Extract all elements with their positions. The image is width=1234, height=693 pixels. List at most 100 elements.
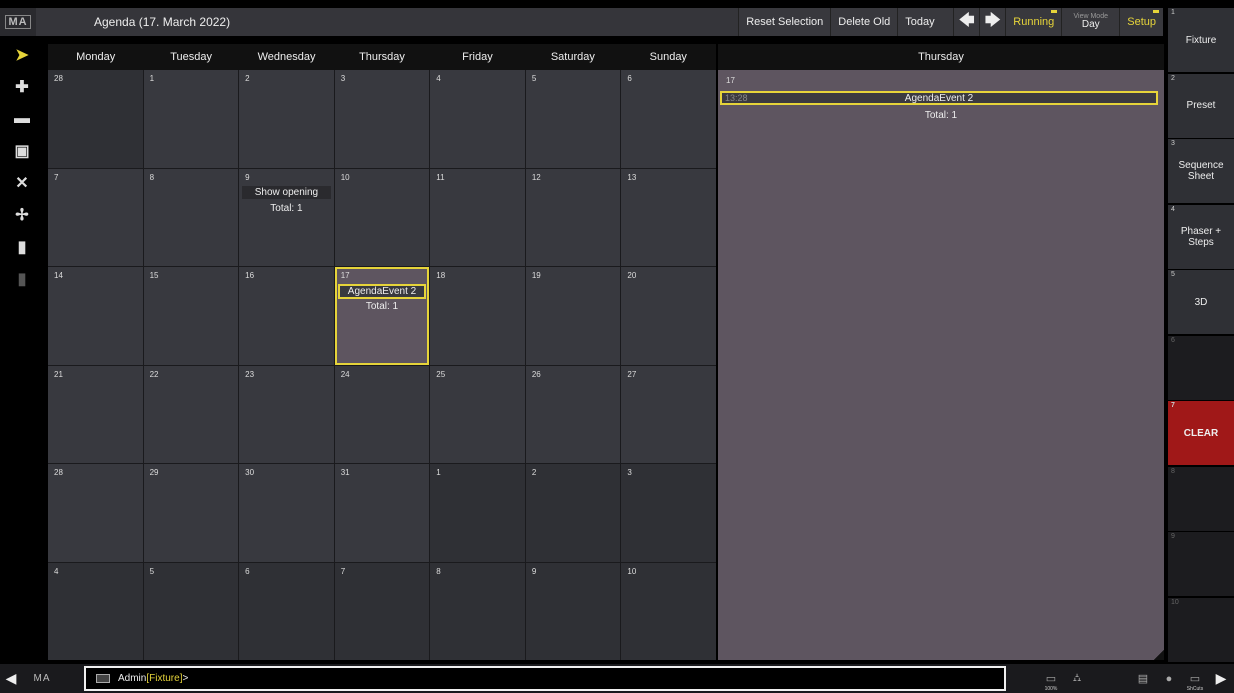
- calendar-day-cell[interactable]: 1: [430, 464, 525, 562]
- view-button-number: 4: [1171, 205, 1175, 213]
- calendar-day-cell[interactable]: 30: [239, 464, 334, 562]
- month-calendar: Monday Tuesday Wednesday Thursday Friday Satu…: [48, 44, 716, 660]
- view-button-10[interactable]: 10: [1168, 597, 1234, 662]
- keyboard-icon[interactable]: [96, 674, 110, 683]
- view-button-5[interactable]: 5 3D: [1168, 270, 1234, 334]
- edit-icon[interactable]: ▣: [4, 138, 40, 164]
- minus-icon[interactable]: ▬: [4, 106, 40, 132]
- view-button-1[interactable]: 1 Fixture: [1168, 8, 1234, 72]
- day-event-item[interactable]: 13:28 AgendaEvent 2: [720, 91, 1158, 105]
- calendar-day-cell[interactable]: 10: [621, 562, 716, 660]
- calendar-day-cell[interactable]: 17 AgendaEvent 2 Total: 1: [334, 267, 430, 365]
- plus-icon[interactable]: ✚: [4, 74, 40, 100]
- calendar-day-cell[interactable]: 8: [143, 168, 239, 266]
- calendar-day-cell[interactable]: 31: [334, 464, 430, 562]
- view-mode-button[interactable]: View Mode Day: [1061, 8, 1120, 36]
- calendar-day-cell[interactable]: 5: [143, 562, 239, 660]
- left-toolbar: ➤ ✚ ▬ ▣ ✕ ✢ ▮ ▮: [0, 36, 44, 661]
- command-line-input[interactable]: Admin[Fixture]>: [84, 666, 1006, 691]
- calendar-day-cell[interactable]: 15: [143, 267, 239, 365]
- weekday-tuesday: Tuesday: [170, 51, 213, 63]
- enter-icon[interactable]: ▮: [4, 234, 40, 260]
- setup-led-icon: [1153, 10, 1159, 13]
- calendar-day-cell[interactable]: 2: [239, 70, 334, 168]
- calendar-day-cell[interactable]: 19: [525, 267, 621, 365]
- calendar-day-cell[interactable]: 28: [48, 70, 143, 168]
- pointer-icon[interactable]: ➤: [4, 42, 40, 68]
- calendar-day-cell[interactable]: 7: [48, 168, 143, 266]
- calendar-day-cell[interactable]: 20: [621, 267, 716, 365]
- view-button-6[interactable]: 6: [1168, 335, 1234, 400]
- calendar-day-cell[interactable]: 28: [48, 464, 143, 562]
- view-button-label: Fixture: [1185, 34, 1217, 46]
- clear-button[interactable]: 7 CLEAR: [1168, 401, 1234, 465]
- next-button[interactable]: 🡆: [979, 8, 1006, 36]
- view-mode-value: Day: [1081, 19, 1100, 31]
- view-button-8[interactable]: 8: [1168, 466, 1234, 531]
- day-number: 7: [54, 172, 59, 182]
- calendar-day-cell[interactable]: 9 Show opening Total: 1: [239, 168, 334, 266]
- calendar-day-cell[interactable]: 27: [621, 365, 716, 463]
- tools-icon[interactable]: ✕: [4, 170, 40, 196]
- setup-button[interactable]: Setup: [1119, 8, 1163, 36]
- calendar-day-cell[interactable]: 14: [48, 267, 143, 365]
- calendar-day-cell[interactable]: 22: [143, 365, 239, 463]
- calendar-event[interactable]: Show opening: [242, 185, 331, 199]
- calendar-day-cell[interactable]: 21: [48, 365, 143, 463]
- calendar-day-cell[interactable]: 6: [239, 562, 334, 660]
- view-button-2[interactable]: 2 Preset: [1168, 73, 1234, 138]
- previous-button[interactable]: 🡄: [953, 8, 980, 36]
- calendar-day-cell[interactable]: 29: [143, 464, 239, 562]
- network-icon[interactable]: ⛼: [1064, 664, 1090, 693]
- resize-handle[interactable]: [1154, 650, 1164, 660]
- day-number: 21: [54, 369, 63, 379]
- nav-left-icon[interactable]: ◀: [0, 670, 22, 687]
- view-button-number: 5: [1171, 271, 1175, 278]
- calendar-day-cell[interactable]: 16: [239, 267, 334, 365]
- shortcuts-icon[interactable]: ▭ ShCuts: [1182, 664, 1208, 693]
- reset-selection-button[interactable]: Reset Selection: [738, 8, 831, 36]
- bottom-ma-logo[interactable]: MA: [22, 673, 62, 684]
- calendar-day-cell[interactable]: 13: [621, 168, 716, 266]
- keyboard-small-icon[interactable]: ▤: [1130, 664, 1156, 693]
- calendar-day-cell[interactable]: 6: [621, 70, 716, 168]
- calendar-day-cell[interactable]: 3: [621, 464, 716, 562]
- calendar-day-cell[interactable]: 4: [48, 562, 143, 660]
- calendar-day-cell[interactable]: 10: [334, 168, 430, 266]
- calendar-day-cell[interactable]: 24: [334, 365, 430, 463]
- day-panel-date: 17: [726, 76, 735, 85]
- day-number: 5: [531, 74, 537, 83]
- nav-right-icon[interactable]: ▶: [1208, 664, 1234, 693]
- delete-old-button[interactable]: Delete Old: [830, 8, 898, 36]
- today-button[interactable]: Today: [897, 8, 954, 36]
- view-button-3[interactable]: 3 Sequence Sheet: [1168, 139, 1234, 203]
- view-button-4[interactable]: 4 Phaser + Steps: [1168, 204, 1234, 269]
- title-bar: MA Agenda (17. March 2022) Reset Selecti…: [0, 8, 1163, 36]
- ma-logo[interactable]: MA: [0, 8, 36, 36]
- day-number: 8: [436, 566, 441, 576]
- calendar-day-cell[interactable]: 23: [239, 365, 334, 463]
- calendar-day-cell[interactable]: 9: [525, 562, 621, 660]
- calendar-day-cell[interactable]: 11: [430, 168, 525, 266]
- zoom-icon[interactable]: ▭ 100%: [1038, 664, 1064, 693]
- day-number: 14: [54, 271, 63, 280]
- calendar-event[interactable]: AgendaEvent 2: [337, 284, 427, 299]
- calendar-day-cell[interactable]: 3: [334, 70, 430, 168]
- calendar-day-cell[interactable]: 4: [430, 70, 525, 168]
- calendar-day-cell[interactable]: 1: [143, 70, 239, 168]
- day-number: 25: [436, 369, 446, 379]
- calendar-day-cell[interactable]: 8: [430, 562, 525, 660]
- view-button-9[interactable]: 9: [1168, 532, 1234, 596]
- exit-icon[interactable]: ▮: [4, 266, 40, 292]
- globe-icon[interactable]: ●: [1156, 664, 1182, 693]
- calendar-day-cell[interactable]: 12: [525, 168, 621, 266]
- calendar-day-cell[interactable]: 2: [525, 464, 621, 562]
- calendar-day-cell[interactable]: 18: [430, 267, 525, 365]
- day-number: 29: [149, 468, 159, 477]
- insert-icon[interactable]: ✢: [4, 202, 40, 228]
- running-button[interactable]: Running: [1005, 8, 1062, 36]
- calendar-day-cell[interactable]: 5: [525, 70, 621, 168]
- calendar-day-cell[interactable]: 26: [525, 365, 621, 463]
- calendar-day-cell[interactable]: 7: [334, 562, 430, 660]
- calendar-day-cell[interactable]: 25: [430, 365, 525, 463]
